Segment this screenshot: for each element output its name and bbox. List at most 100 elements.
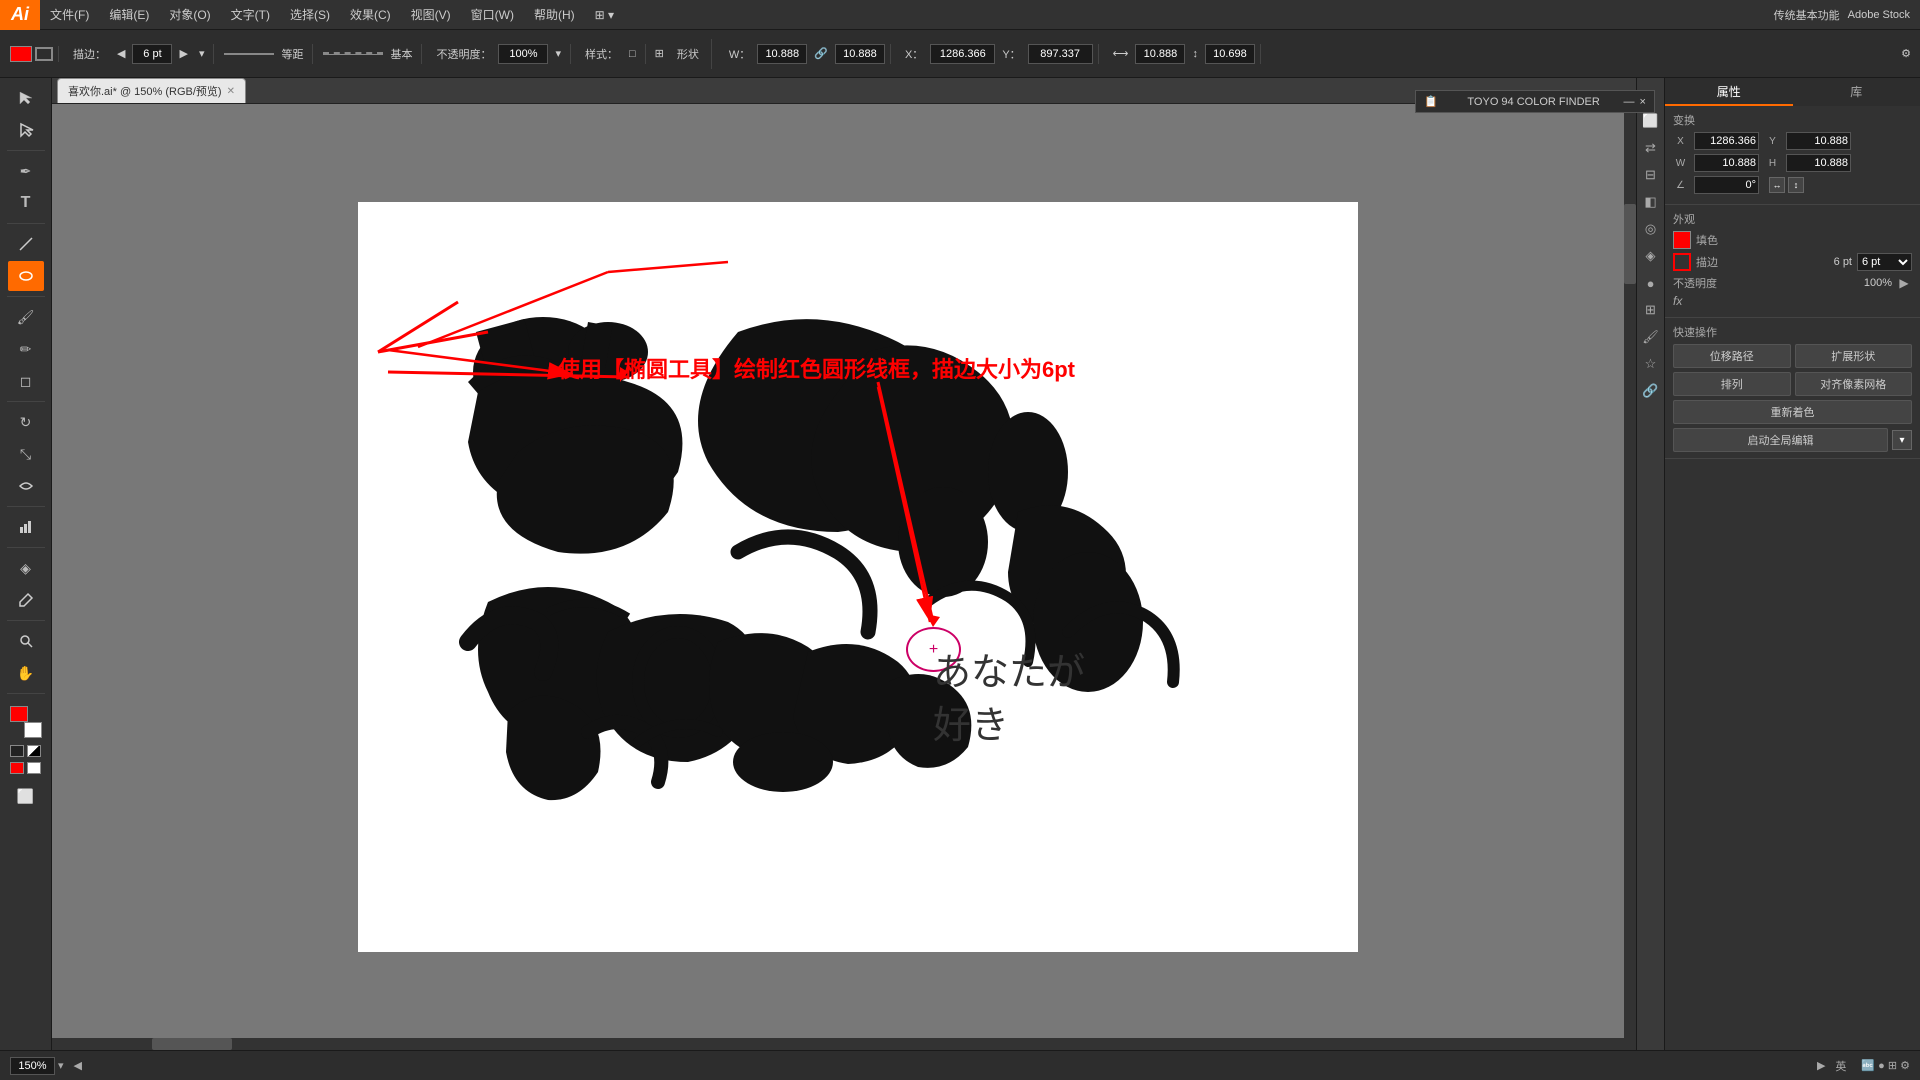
horizontal-scrollbar[interactable] [52, 1038, 1636, 1050]
stroke-value-input[interactable]: 6 pt [132, 44, 172, 64]
toyo-close-btn[interactable]: × [1640, 96, 1646, 108]
h-input[interactable] [835, 44, 885, 64]
expand-shape-btn[interactable]: 扩展形状 [1795, 344, 1913, 368]
global-edit-expand[interactable]: ▾ [1892, 430, 1912, 450]
transform-title: 变换 [1673, 112, 1912, 128]
menu-help[interactable]: 帮助(H) [524, 0, 585, 29]
menu-text[interactable]: 文字(T) [221, 0, 280, 29]
pen-tool[interactable]: ✒ [8, 156, 44, 186]
column-graph-tool[interactable] [8, 512, 44, 542]
offset-path-btn[interactable]: 位移路径 [1673, 344, 1791, 368]
tab-library[interactable]: 库 [1793, 78, 1920, 106]
toyo-minimize-btn[interactable]: — [1624, 96, 1635, 108]
direct-select-tool[interactable] [8, 115, 44, 145]
scale-tool[interactable]: ⤡ [8, 439, 44, 469]
x-input[interactable] [930, 44, 995, 64]
hand-tool[interactable]: ✋ [8, 658, 44, 688]
h-transform-input[interactable] [1786, 154, 1851, 172]
strip-transform-icon[interactable]: ⇄ [1640, 137, 1662, 159]
canvas-tab-close[interactable]: ✕ [227, 86, 235, 97]
h2-input[interactable] [1205, 44, 1255, 64]
paintbrush-tool[interactable]: 🖌 [8, 302, 44, 332]
strip-swatches-icon[interactable]: ⊞ [1640, 299, 1662, 321]
menu-view[interactable]: 视图(V) [401, 0, 461, 29]
quick-ops-section: 快速操作 位移路径 扩展形状 排列 对齐像素网格 重新着色 启动全局编辑 ▾ [1665, 318, 1920, 459]
strip-brushes-icon[interactable]: 🖌 [1640, 326, 1662, 348]
zoom-tool[interactable] [8, 626, 44, 656]
menu-file[interactable]: 文件(F) [40, 0, 99, 29]
strip-links-icon[interactable]: 🔗 [1640, 380, 1662, 402]
recolor-btn[interactable]: 重新着色 [1673, 400, 1912, 424]
strip-artboard-icon[interactable]: ⬜ [1640, 110, 1662, 132]
stroke-swatch-panel[interactable] [1673, 253, 1691, 271]
menu-edit[interactable]: 编辑(E) [99, 0, 159, 29]
gradient-swatch[interactable] [27, 745, 41, 757]
flip-v-btn[interactable]: ↕ [1788, 177, 1804, 193]
menu-select[interactable]: 选择(S) [280, 0, 340, 29]
strip-graphic-styles-icon[interactable]: ◈ [1640, 245, 1662, 267]
menu-layout-icon[interactable]: ⊞ ▾ [585, 0, 624, 29]
opacity-dropdown[interactable]: ▾ [551, 45, 565, 62]
canvas-tab-main[interactable]: 喜欢你.ai* @ 150% (RGB/预览) ✕ [57, 78, 246, 103]
eyedropper-tool[interactable] [8, 585, 44, 615]
gradient-tool[interactable]: ◈ [8, 553, 44, 583]
scroll-right-btn[interactable]: ▶ [1817, 1059, 1825, 1072]
angle-input[interactable] [1694, 176, 1759, 194]
none-swatch[interactable] [10, 745, 24, 757]
stroke-dropdown[interactable]: ▾ [195, 45, 209, 62]
fill-color-swatch[interactable] [35, 47, 53, 61]
align-icon[interactable]: ⊞ [651, 45, 668, 62]
tool-sep-5 [7, 506, 45, 507]
ellipse-tool[interactable] [8, 261, 44, 291]
quick-ops-title: 快速操作 [1673, 324, 1912, 340]
strip-appearance-icon[interactable]: ◎ [1640, 218, 1662, 240]
stroke-decrease[interactable]: ◀ [113, 45, 129, 62]
arrange-btn[interactable]: 排列 [1673, 372, 1791, 396]
canvas-content[interactable]: あなたが 好き 使用【椭圆工具】绘制红色圆形线框，描边大小为6pt [52, 104, 1664, 1050]
line-tool[interactable] [8, 229, 44, 259]
color-swatch-area[interactable] [8, 704, 44, 740]
style-picker[interactable]: □ [625, 46, 640, 62]
adobe-stock-label: Adobe Stock [1848, 9, 1910, 21]
stroke-color-swatch[interactable] [10, 46, 32, 62]
eraser-tool[interactable]: ◻ [8, 366, 44, 396]
opacity-input[interactable]: 100% [498, 44, 548, 64]
strip-symbols-icon[interactable]: ☆ [1640, 353, 1662, 375]
strip-align-icon[interactable]: ⊟ [1640, 164, 1662, 186]
lock-icon[interactable]: 🔗 [810, 45, 832, 62]
opacity-expand-btn[interactable]: ▶ [1896, 275, 1912, 291]
x-coord-input[interactable] [1694, 132, 1759, 150]
warp-tool[interactable] [8, 471, 44, 501]
zoom-input[interactable] [10, 1057, 55, 1075]
align-pixel-btn[interactable]: 对齐像素网格 [1795, 372, 1913, 396]
status-lang[interactable]: 英 [1835, 1058, 1846, 1074]
y-coord-input[interactable] [1786, 132, 1851, 150]
menu-effect[interactable]: 效果(C) [340, 0, 401, 29]
stroke-size-dropdown[interactable]: 6 pt [1857, 253, 1912, 271]
more-options-icon[interactable]: ⚙ [1897, 45, 1915, 62]
x-coord-icon: X [1673, 136, 1688, 147]
no-color-btn[interactable] [27, 762, 41, 774]
strip-color-icon[interactable]: ● [1640, 272, 1662, 294]
strip-pathfinder-icon[interactable]: ◧ [1640, 191, 1662, 213]
global-edit-btn[interactable]: 启动全局编辑 [1673, 428, 1888, 452]
select-tool[interactable] [8, 83, 44, 113]
stroke-increase[interactable]: ▶ [175, 45, 191, 62]
text-tool[interactable]: T [8, 188, 44, 218]
scroll-left-btn[interactable]: ◀ [74, 1059, 82, 1072]
vertical-scrollbar[interactable] [1624, 104, 1636, 1038]
fill-swatch[interactable] [1673, 231, 1691, 249]
w-transform-input[interactable] [1694, 154, 1759, 172]
rotate-tool[interactable]: ↻ [8, 407, 44, 437]
y-input[interactable] [1028, 44, 1093, 64]
w2-input[interactable] [1135, 44, 1185, 64]
w-input[interactable] [757, 44, 807, 64]
artboard-tool[interactable]: ⬜ [8, 781, 44, 811]
tab-properties[interactable]: 属性 [1665, 78, 1793, 106]
flip-h-btn[interactable]: ↔ [1769, 177, 1785, 193]
menu-window[interactable]: 窗口(W) [461, 0, 524, 29]
menu-object[interactable]: 对象(O) [159, 0, 220, 29]
zoom-dropdown-btn[interactable]: ▾ [58, 1059, 64, 1072]
pencil-tool[interactable]: ✏ [8, 334, 44, 364]
color-btn[interactable] [10, 762, 24, 774]
